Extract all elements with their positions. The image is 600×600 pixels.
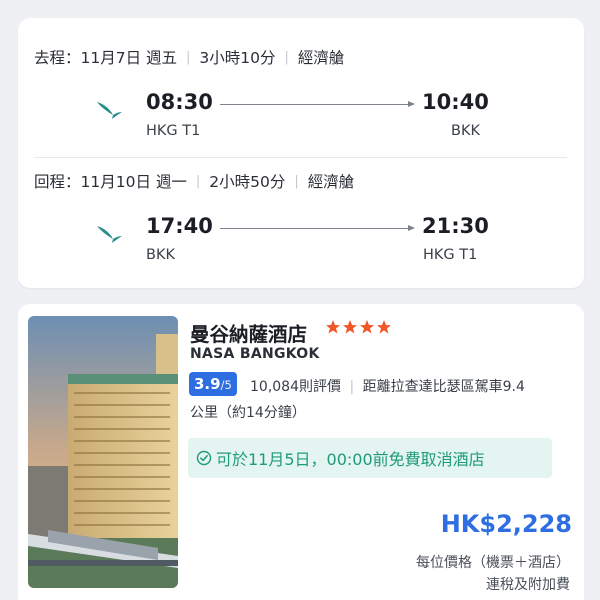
separator: | [294,173,299,189]
airline-logo-icon [97,226,122,243]
outbound-cabin: 經濟艙 [297,49,345,67]
outbound-depart-airport: HKG T1 [146,123,201,139]
separator: | [186,49,191,65]
inbound-duration: 2小時50分 [209,173,286,191]
inbound-arrive-airport: HKG T1 [423,247,478,263]
hotel-english-name: NASA BANGKOK [190,346,320,362]
star-icon [377,320,391,334]
star-icon [360,320,374,334]
review-line: 10,084則評價 | 距離拉查達比瑟區駕車9.4 [250,376,525,396]
check-circle-icon [196,450,212,466]
hotel-card[interactable]: 曼谷納薩酒店 NASA BANGKOK 3.9/5 10,084則評價 | 距離… [18,304,584,600]
star-icon [326,320,340,334]
rating-badge: 3.9/5 [189,372,237,396]
outbound-route-line [220,104,408,105]
hotel-star-rating [325,319,392,335]
package-price[interactable]: HK$2,228 [441,510,572,538]
price-note: 每位價格（機票＋酒店） [416,555,570,571]
inbound-date-label: 回程：11月10日 週一 [34,173,187,191]
airline-logo-icon [97,102,122,119]
outbound-arrive-time: 10:40 [422,90,489,114]
hotel-photo[interactable] [28,316,178,588]
distance-text: 距離拉查達比瑟區駕車9.4 [362,379,525,395]
inbound-arrive-time: 21:30 [422,214,489,238]
separator: | [284,49,289,65]
outbound-duration: 3小時10分 [199,49,276,67]
leg-divider [34,157,567,158]
inbound-depart-airport: BKK [146,247,175,263]
rating-score: 3.9 [194,375,221,393]
inbound-route-line [220,228,408,229]
tax-note: 連稅及附加費 [486,577,570,593]
cancellation-text: 可於11月5日，00:00前免費取消酒店 [216,450,485,469]
inbound-depart-time: 17:40 [146,214,213,238]
arrow-right-icon [408,101,415,107]
outbound-arrive-airport: BKK [451,123,480,139]
rating-max: /5 [220,378,232,392]
outbound-header: 去程：11月7日 週五 | 3小時10分 | 經濟艙 [34,46,344,68]
star-icon [343,320,357,334]
arrow-right-icon [408,225,415,231]
review-count[interactable]: 10,084則評價 [250,379,341,395]
outbound-date-label: 去程：11月7日 週五 [34,49,178,67]
separator: | [349,379,355,395]
free-cancellation-badge: 可於11月5日，00:00前免費取消酒店 [188,438,552,478]
inbound-cabin: 經濟艙 [307,173,355,191]
distance-text-cont: 公里（約14分鐘） [190,405,306,421]
separator: | [195,173,201,189]
hotel-name[interactable]: 曼谷納薩酒店 [190,318,307,347]
outbound-depart-time: 08:30 [146,90,213,114]
flight-card[interactable]: 去程：11月7日 週五 | 3小時10分 | 經濟艙 08:30 HKG T1 … [18,18,584,288]
inbound-header: 回程：11月10日 週一 | 2小時50分 | 經濟艙 [34,170,354,192]
